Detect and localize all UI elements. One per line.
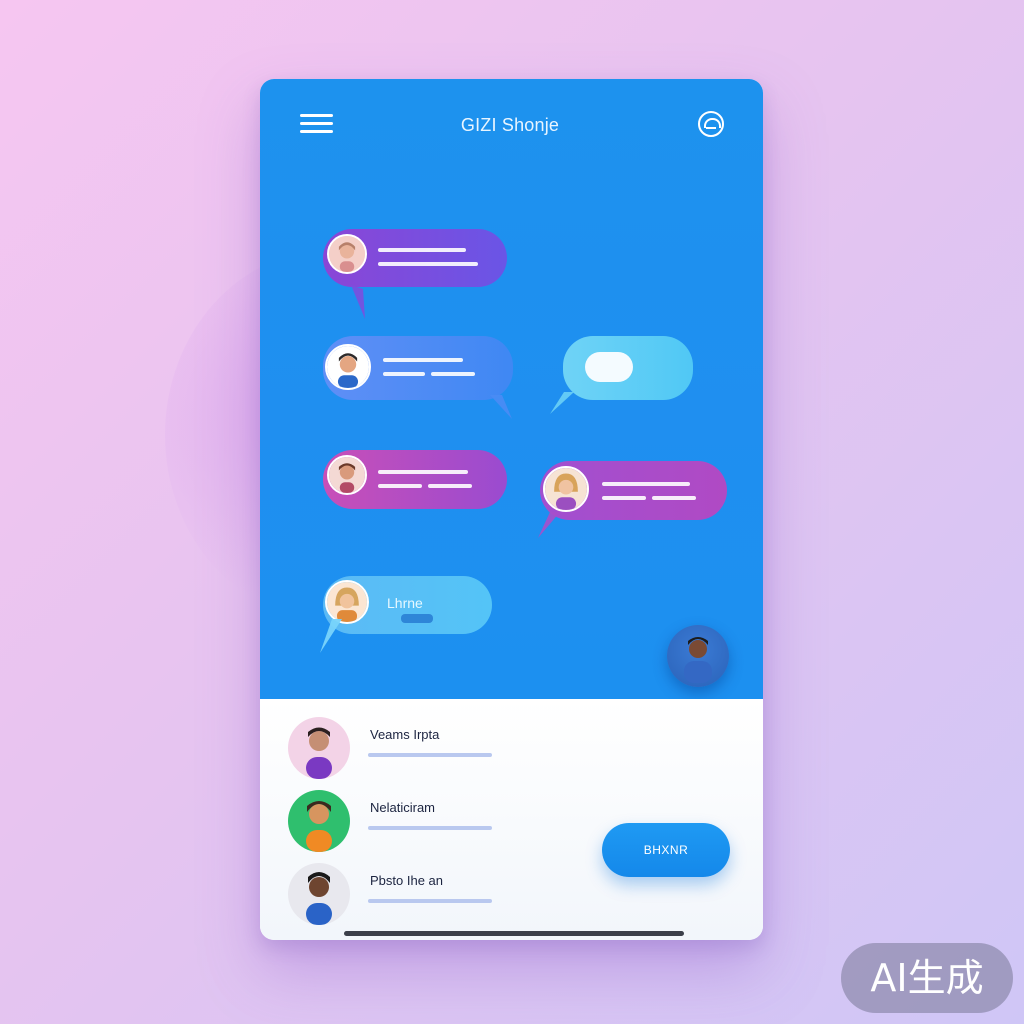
avatar xyxy=(325,344,371,390)
chat-bubble-2[interactable] xyxy=(323,336,513,400)
contact-name: Veams Irpta xyxy=(370,727,440,742)
message-line xyxy=(431,372,475,376)
avatar xyxy=(327,234,367,274)
contacts-panel: Veams Irpta Nelaticiram Pbsto Ihe an xyxy=(260,699,763,940)
contact-status-line xyxy=(368,899,492,903)
avatar xyxy=(288,863,350,925)
user-avatar[interactable] xyxy=(667,625,729,687)
bubble-tail xyxy=(550,392,574,414)
avatar xyxy=(288,717,350,779)
app-title: GIZI Shonje xyxy=(460,115,560,135)
watermark-badge: AI生成 xyxy=(841,943,1013,1013)
message-line xyxy=(383,372,425,376)
bubble-tail xyxy=(351,285,365,319)
contact-name: Nelaticiram xyxy=(370,800,436,815)
bubble-tail xyxy=(538,512,560,538)
avatar xyxy=(543,466,589,512)
bubble-tail xyxy=(320,619,342,653)
contact-item[interactable]: Pbsto Ihe an xyxy=(288,863,548,927)
message-line xyxy=(378,484,422,488)
contact-item[interactable]: Veams Irpta xyxy=(288,717,548,781)
message-chip xyxy=(401,614,433,623)
contact-name: Pbsto Ihe an xyxy=(370,873,443,888)
bubble-tail xyxy=(490,395,512,419)
avatar xyxy=(288,790,350,852)
avatar xyxy=(325,580,369,624)
chat-bubble-3[interactable] xyxy=(563,336,693,400)
chat-bubble-5[interactable] xyxy=(540,461,727,520)
message-line xyxy=(428,484,472,488)
contact-status-line xyxy=(368,753,492,757)
chat-bubble-4[interactable] xyxy=(323,450,507,509)
contact-item[interactable]: Nelaticiram xyxy=(288,790,548,854)
avatar xyxy=(327,455,367,495)
message-line xyxy=(383,358,463,362)
message-line xyxy=(602,482,690,486)
message-line xyxy=(602,496,646,500)
phone-screen: GIZI Shonje Lhrne Veams Irpta Nelaticira… xyxy=(260,79,763,940)
message-line xyxy=(378,470,468,474)
globe-chat-icon[interactable] xyxy=(698,111,724,137)
message-line xyxy=(378,262,478,266)
message-text: Lhrne xyxy=(387,595,423,611)
hamburger-menu-icon[interactable] xyxy=(300,114,333,136)
home-indicator xyxy=(344,931,684,936)
message-blob xyxy=(585,352,633,382)
chat-area: GIZI Shonje Lhrne xyxy=(260,79,763,699)
message-line xyxy=(378,248,466,252)
message-line xyxy=(652,496,696,500)
action-button[interactable]: BHXNR xyxy=(602,823,730,877)
chat-bubble-1[interactable] xyxy=(323,229,507,287)
contact-status-line xyxy=(368,826,492,830)
